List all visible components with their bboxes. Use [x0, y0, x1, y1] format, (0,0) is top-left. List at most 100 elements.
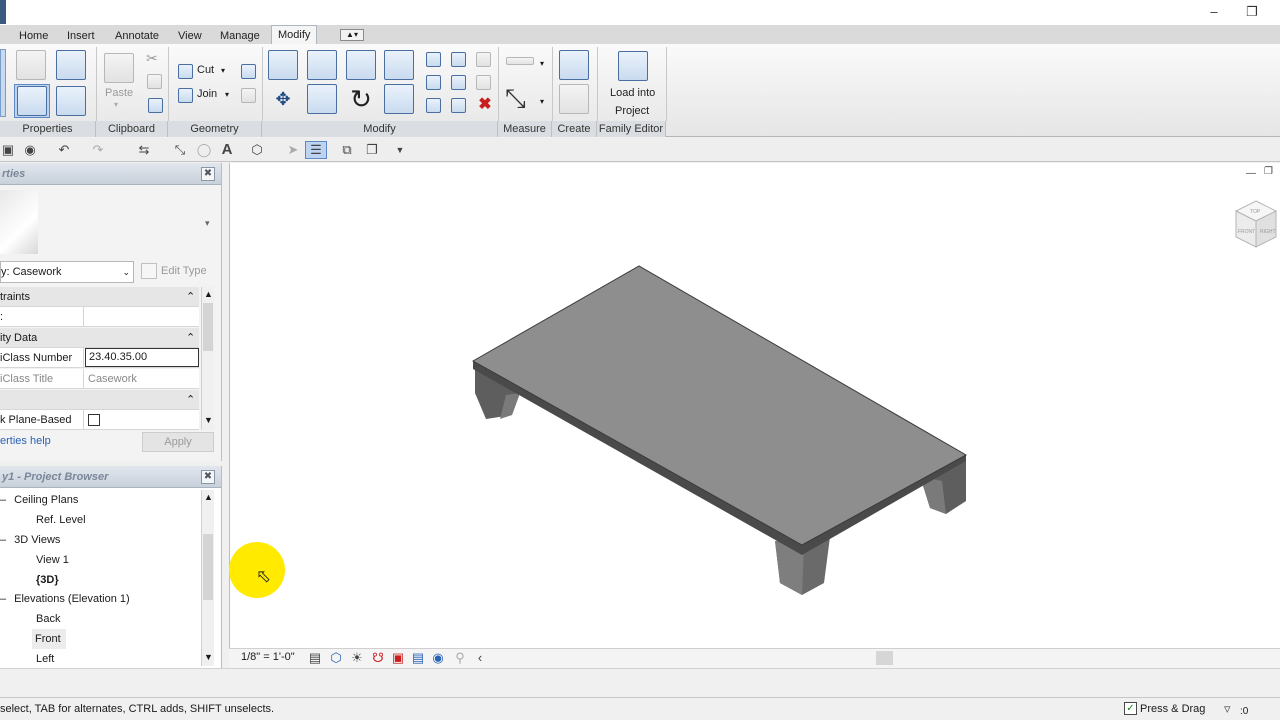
property-value[interactable] — [85, 307, 199, 327]
show-crop-region-icon[interactable]: ▤ — [410, 650, 426, 666]
default-3d-view-icon[interactable]: ⬡ — [249, 142, 265, 158]
edit-type-button[interactable]: Edit Type — [161, 265, 207, 277]
visual-style-icon[interactable]: ⬡ — [328, 650, 344, 666]
type-filter-select[interactable]: y: Casework ⌄ — [0, 261, 134, 283]
3d-view-canvas[interactable]: TOP FRONT RIGHT — [229, 163, 1280, 651]
apply-button[interactable]: Apply — [142, 432, 214, 452]
properties-scrollbar[interactable]: ▲ ▼ — [201, 287, 214, 430]
scale-icon[interactable] — [449, 73, 467, 91]
sun-path-icon[interactable]: ☀ — [349, 650, 365, 666]
tag-icon[interactable]: ◯ — [196, 142, 212, 158]
press-drag-checkbox[interactable]: ✓ — [1124, 702, 1137, 715]
view-scale[interactable]: 1/8" = 1'-0" — [241, 651, 295, 663]
scroll-up-icon[interactable]: ▲ — [204, 289, 213, 299]
thin-lines-icon[interactable]: ☰ — [305, 141, 327, 159]
tab-manage[interactable]: Manage — [214, 27, 266, 45]
group-constraints[interactable]: traints ⌃ — [0, 287, 199, 307]
rotate-icon[interactable]: ↻ — [346, 84, 376, 114]
browser-scrollbar[interactable]: ▲ ▼ — [201, 490, 214, 666]
create-group-icon[interactable] — [559, 84, 589, 114]
collapse-icon[interactable]: ⌃ — [186, 287, 195, 307]
close-icon[interactable]: ✖ — [201, 167, 215, 181]
delete-icon[interactable]: ✖ — [474, 95, 492, 113]
group-other[interactable]: ⌃ — [0, 390, 199, 410]
minimize-view-icon[interactable]: — — [1246, 168, 1256, 179]
tree-item-3d-views[interactable]: –3D Views — [0, 530, 200, 550]
tree-item-front[interactable]: Front — [32, 629, 66, 649]
measure-distance-icon[interactable] — [505, 53, 535, 69]
table-3d-model[interactable] — [230, 163, 1280, 651]
properties-toggle-icon[interactable] — [14, 84, 50, 118]
match-type-icon[interactable] — [146, 96, 164, 114]
collapse-icon[interactable]: – — [0, 593, 6, 605]
trim-extend-icon[interactable] — [384, 84, 414, 114]
uniclass-number-input[interactable]: 23.40.35.00 — [85, 348, 199, 367]
scroll-thumb[interactable] — [203, 303, 213, 351]
work-plane-checkbox[interactable] — [88, 414, 100, 427]
load-into-project-icon[interactable] — [617, 50, 649, 82]
properties-help-link[interactable]: erties help — [0, 435, 51, 447]
collapse-icon[interactable]: ⌃ — [186, 390, 195, 410]
collapse-icon[interactable]: – — [0, 494, 6, 506]
shadows-icon[interactable]: ☋ — [370, 650, 386, 666]
cut-dropdown-icon[interactable]: ▾ — [221, 66, 225, 75]
join-geometry-button[interactable]: Join — [197, 88, 217, 100]
edit-type-icon[interactable] — [141, 263, 157, 279]
type-selector-dropdown-icon[interactable]: ▾ — [205, 218, 210, 229]
measure-qat-icon[interactable]: ⇆ — [136, 142, 152, 158]
trim-extend-single-icon[interactable] — [424, 96, 442, 114]
join-dropdown-icon[interactable]: ▾ — [225, 90, 229, 99]
load-into-project-line1[interactable]: Load into — [610, 87, 655, 99]
load-into-project-line2[interactable]: Project — [615, 105, 649, 117]
scroll-down-icon[interactable]: ▼ — [204, 652, 213, 662]
array-icon[interactable] — [424, 73, 442, 91]
filter-icon[interactable]: ▿ — [1224, 701, 1231, 717]
family-category-icon[interactable] — [54, 84, 88, 118]
aligned-dimension-icon[interactable]: ⤡ — [505, 84, 526, 112]
join-geometry-icon[interactable] — [176, 87, 194, 103]
create-similar-icon[interactable] — [559, 50, 589, 80]
undo-icon[interactable]: ↶ — [56, 142, 72, 158]
align-icon[interactable] — [268, 50, 298, 80]
tab-insert[interactable]: Insert — [61, 27, 101, 45]
cut-clipboard-icon[interactable]: ✂ — [146, 50, 158, 67]
cut-geometry-icon[interactable] — [176, 63, 194, 79]
group-identity-data[interactable]: ity Data ⌃ — [0, 328, 199, 348]
copy-element-icon[interactable] — [307, 84, 337, 114]
cut-geometry-button[interactable]: Cut — [197, 64, 214, 76]
type-properties-icon[interactable] — [14, 48, 48, 82]
redo-icon[interactable]: ↷ — [90, 142, 106, 158]
trim-extend-multiple-icon[interactable] — [449, 96, 467, 114]
aligned-dimension-qat-icon[interactable]: ⤡ — [172, 142, 188, 158]
save-icon[interactable]: ▣ — [0, 142, 16, 158]
split-element-icon[interactable] — [424, 50, 442, 68]
scroll-left-icon[interactable]: ‹ — [472, 650, 488, 666]
copy-icon[interactable] — [146, 73, 162, 89]
paste-dropdown-icon[interactable]: ▾ — [114, 100, 118, 109]
mirror-pick-axis-icon[interactable] — [346, 50, 376, 80]
contextual-tab-dropdown-icon[interactable]: ▲▾ — [340, 29, 364, 41]
crop-view-icon[interactable]: ▣ — [390, 650, 406, 666]
tab-view[interactable]: View — [172, 27, 208, 45]
scroll-thumb[interactable] — [203, 534, 213, 600]
modify-select-button[interactable] — [0, 49, 6, 117]
customize-qat-icon[interactable]: ▼ — [392, 142, 408, 158]
unpin-icon[interactable] — [474, 50, 492, 68]
app-menu-button[interactable] — [0, 0, 6, 24]
scroll-up-icon[interactable]: ▲ — [204, 492, 213, 502]
tab-annotate[interactable]: Annotate — [109, 27, 165, 45]
mirror-draw-axis-icon[interactable] — [384, 50, 414, 80]
reveal-hidden-icon[interactable]: ⚲ — [452, 650, 468, 666]
close-hidden-windows-icon[interactable]: ⧉ — [339, 142, 355, 158]
paste-icon[interactable] — [104, 50, 134, 86]
text-icon[interactable]: A — [219, 142, 235, 158]
split-gap-icon[interactable] — [449, 50, 467, 68]
tab-modify[interactable]: Modify — [271, 25, 318, 45]
temporary-hide-icon[interactable]: ◉ — [430, 650, 446, 666]
scroll-down-icon[interactable]: ▼ — [204, 415, 213, 425]
measure-dropdown-icon[interactable]: ▾ — [540, 59, 544, 68]
collapse-icon[interactable]: – — [0, 534, 6, 546]
sync-icon[interactable]: ◉ — [22, 142, 38, 158]
collapse-icon[interactable]: ⌃ — [186, 328, 195, 348]
section-icon[interactable]: ➤ — [285, 142, 301, 158]
